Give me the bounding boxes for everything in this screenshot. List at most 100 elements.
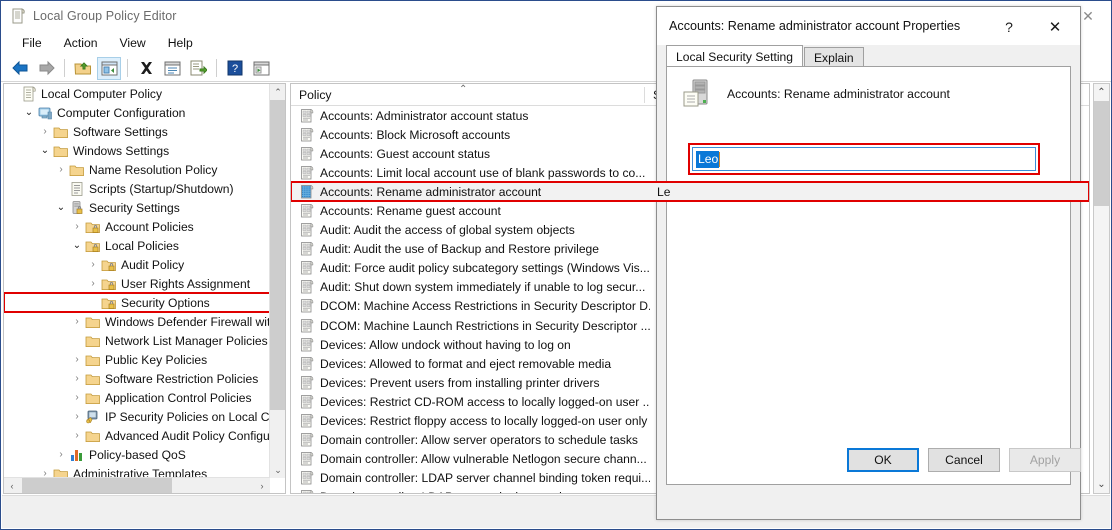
chevron-down-icon[interactable]: ⌄ (38, 141, 52, 160)
scroll-thumb-h[interactable] (22, 478, 172, 493)
policy-setting-icon (298, 337, 315, 353)
policy-setting-icon (298, 279, 315, 295)
up-folder-button[interactable] (71, 57, 95, 80)
dialog-title: Accounts: Rename administrator account P… (669, 19, 961, 33)
tree-item-network-list-manager-policies[interactable]: Network List Manager Policies (4, 331, 270, 350)
tree-item-label: Computer Configuration (57, 105, 186, 120)
tree-item-windows-settings[interactable]: ⌄ Windows Settings (4, 141, 270, 160)
tree-item-application-control-policies[interactable]: › Application Control Policies (4, 388, 270, 407)
tab-explain[interactable]: Explain (803, 47, 864, 67)
scroll-right-icon[interactable]: › (254, 478, 270, 493)
policy-name-cell: DCOM: Machine Launch Restrictions in Sec… (320, 318, 650, 333)
tree-item-name-resolution-policy[interactable]: › Name Resolution Policy (4, 160, 270, 179)
chevron-right-icon[interactable]: › (70, 388, 84, 407)
console-tree-pane: Local Computer Policy ⌄ Computer Configura… (3, 83, 286, 494)
input-value: Leo (696, 150, 720, 168)
chevron-right-icon[interactable]: › (86, 255, 100, 274)
tree-vertical-scrollbar[interactable]: ⌃ ⌄ (269, 84, 285, 478)
main-vertical-scrollbar[interactable]: ⌃ ⌄ (1093, 83, 1110, 494)
chevron-right-icon[interactable]: › (70, 312, 84, 331)
tree-items-container: Local Computer Policy ⌄ Computer Configura… (4, 84, 270, 478)
policy-name-cell: Devices: Prevent users from installing p… (320, 375, 600, 390)
dialog-policy-header: Accounts: Rename administrator account (667, 67, 1070, 111)
tree-item-audit-policy[interactable]: › Audit Policy (4, 255, 270, 274)
scroll-thumb[interactable] (270, 100, 285, 410)
view-window-button[interactable] (249, 57, 273, 80)
chevron-placeholder (6, 84, 20, 103)
export-list-button[interactable] (186, 57, 210, 80)
scroll-left-icon[interactable]: ‹ (4, 478, 20, 493)
tree-item-security-options[interactable]: Security Options (4, 292, 270, 313)
cancel-button[interactable]: Cancel (928, 448, 1000, 472)
chevron-right-icon[interactable]: › (70, 217, 84, 236)
back-button[interactable] (8, 57, 32, 80)
ok-button[interactable]: OK (847, 448, 919, 472)
sort-ascending-icon: ⌃ (459, 83, 468, 95)
chevron-right-icon[interactable]: › (70, 426, 84, 445)
scroll-up-icon[interactable]: ⌃ (270, 84, 285, 100)
console-tree-button[interactable] (97, 56, 121, 80)
policy-name-cell: DCOM: Machine Access Restrictions in Sec… (320, 299, 650, 314)
menu-file[interactable]: File (11, 33, 53, 53)
help-button[interactable]: ? (223, 57, 247, 80)
chevron-down-icon[interactable]: ⌄ (70, 236, 84, 255)
scroll-down-icon[interactable]: ⌄ (1094, 476, 1109, 493)
dialog-body: Accounts: Rename administrator account L… (666, 66, 1081, 485)
tree-item-software-settings[interactable]: › Software Settings (4, 122, 270, 141)
chevron-right-icon[interactable]: › (38, 464, 52, 478)
menu-view[interactable]: View (109, 33, 157, 53)
tree-item-user-rights-assignment[interactable]: › User Rights Assignment (4, 274, 270, 293)
tree-item-computer-configuration[interactable]: ⌄ Computer Configuration (4, 103, 270, 122)
tree-item-administrative-templates[interactable]: › Administrative Templates (4, 464, 270, 478)
policy-name-cell: Audit: Shut down system immediately if u… (320, 280, 646, 295)
policy-name-cell: Domain controller: LDAP server channel b… (320, 471, 650, 486)
chevron-placeholder (54, 179, 68, 198)
table-row[interactable]: Accounts: Rename administrator account Le (291, 181, 1089, 203)
dialog-title-bar: Accounts: Rename administrator account P… (657, 7, 1080, 45)
scroll-up-icon[interactable]: ⌃ (1094, 84, 1109, 101)
policy-name-cell: Audit: Audit the access of global system… (320, 223, 575, 238)
tree-horizontal-scrollbar[interactable]: ‹ › (4, 477, 270, 493)
delete-button[interactable] (134, 57, 158, 80)
tree-item-public-key-policies[interactable]: › Public Key Policies (4, 350, 270, 369)
folder-lock-icon (100, 295, 117, 311)
tree-item-scripts-startup-shutdown[interactable]: Scripts (Startup/Shutdown) (4, 179, 270, 198)
chevron-right-icon[interactable]: › (54, 445, 68, 464)
tree-item-software-restriction-policies[interactable]: › Software Restriction Policies (4, 369, 270, 388)
question-mark-icon[interactable]: ? (998, 16, 1020, 38)
tree-item-account-policies[interactable]: › Account Policies (4, 217, 270, 236)
folder-lock-icon (84, 238, 101, 254)
folder-icon (84, 352, 101, 368)
tree-item-advanced-audit-policy-configu[interactable]: › Advanced Audit Policy Configu (4, 426, 270, 445)
chevron-right-icon[interactable]: › (70, 350, 84, 369)
chevron-right-icon[interactable]: › (54, 160, 68, 179)
scroll-down-icon[interactable]: ⌄ (270, 462, 285, 478)
policy-name-cell: Accounts: Block Microsoft accounts (320, 127, 511, 142)
policy-setting-icon (298, 432, 315, 448)
tree-item-ip-security-policies-on-local-co[interactable]: › IP Security Policies on Local Co (4, 407, 270, 426)
tree-item-windows-defender-firewall-with[interactable]: › Windows Defender Firewall with (4, 312, 270, 331)
tree-item-local-policies[interactable]: ⌄ Local Policies (4, 236, 270, 255)
scroll-thumb[interactable] (1094, 101, 1109, 206)
chevron-down-icon[interactable]: ⌄ (54, 198, 68, 217)
close-icon[interactable]: ✕ (1040, 16, 1070, 38)
chevron-right-icon[interactable]: › (86, 274, 100, 293)
menu-action[interactable]: Action (53, 33, 109, 53)
tree-item-security-settings[interactable]: ⌄ Security Settings (4, 198, 270, 217)
chevron-right-icon[interactable]: › (70, 407, 84, 426)
tab-local-security-setting[interactable]: Local Security Setting (666, 45, 803, 67)
properties-button[interactable] (160, 57, 184, 80)
column-header-policy[interactable]: Policy ⌃ (291, 84, 644, 106)
account-name-input[interactable]: Leo (692, 147, 1036, 171)
folder-icon (84, 314, 101, 330)
chevron-right-icon[interactable]: › (70, 369, 84, 388)
tree-item-label: Local Policies (105, 238, 179, 253)
tree-item-label: Audit Policy (121, 257, 185, 272)
forward-button[interactable] (34, 57, 58, 80)
chevron-right-icon[interactable]: › (38, 122, 52, 141)
menu-help[interactable]: Help (157, 33, 204, 53)
policy-setting-icon (298, 489, 315, 493)
tree-item-policy-based-qos[interactable]: › Policy-based QoS (4, 445, 270, 464)
tree-item-local-computer-policy[interactable]: Local Computer Policy (4, 84, 270, 103)
chevron-down-icon[interactable]: ⌄ (22, 103, 36, 122)
